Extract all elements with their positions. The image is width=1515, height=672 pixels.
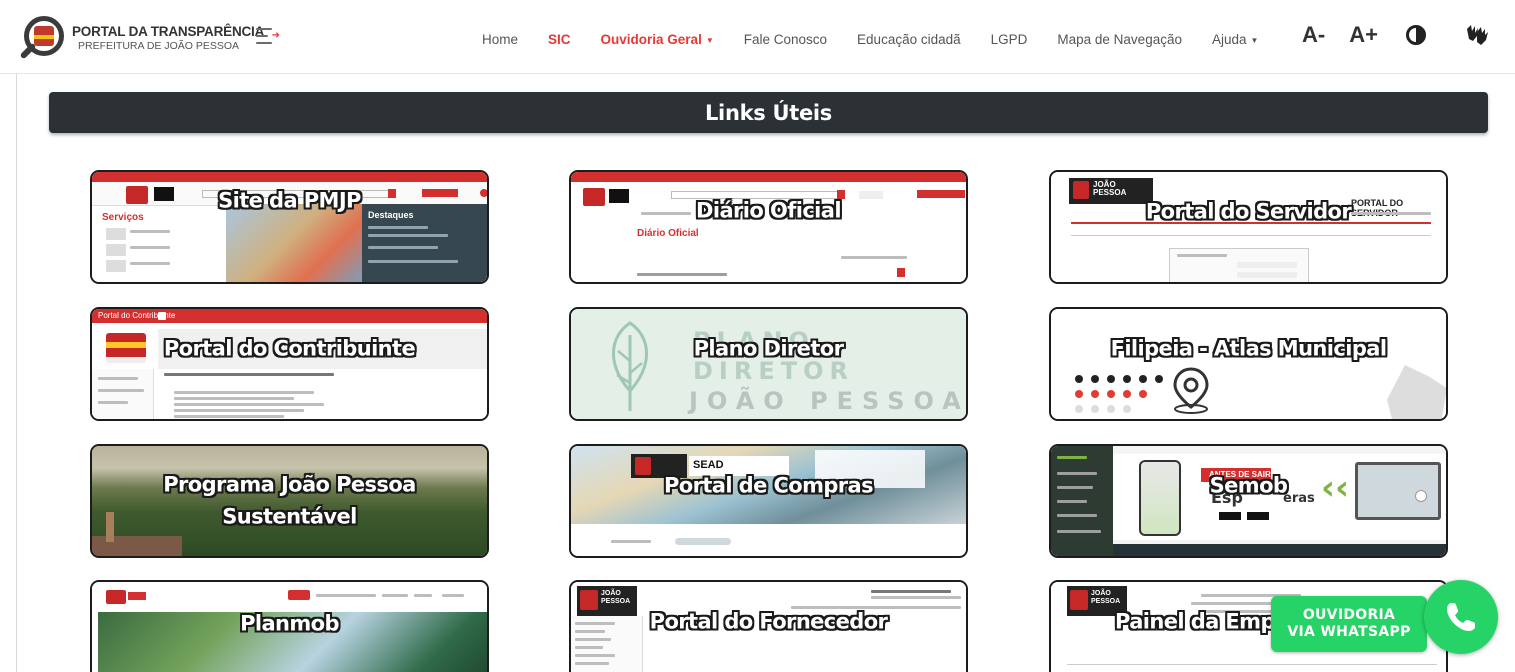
card-semob[interactable]: ANTES DE SAIR Esp eras ‹‹ Semob bbox=[1049, 444, 1448, 558]
chevron-down-icon: ▼ bbox=[1250, 35, 1259, 45]
map-pin-icon bbox=[1173, 367, 1209, 414]
card-painel-city: JOÃO PESSOA bbox=[1091, 590, 1121, 605]
section-title-bar: Links Úteis bbox=[49, 92, 1488, 133]
card-portal-compras[interactable]: SEAD Portal de Compras bbox=[569, 444, 968, 558]
card-plano-diretor[interactable]: PLANO DIRETOR JOÃO PESSOA Plano Diretor bbox=[569, 307, 968, 421]
card-label: Portal do Servidor bbox=[1145, 198, 1352, 223]
nav-sic[interactable]: SIC bbox=[548, 32, 571, 47]
whatsapp-ouvidoria-button[interactable]: OUVIDORIA VIA WHATSAPP bbox=[1271, 596, 1427, 652]
card-programa-sustentavel[interactable]: Programa João Pessoa Sustentável bbox=[90, 444, 489, 558]
font-decrease-button[interactable]: A- bbox=[1302, 22, 1325, 48]
nav-ouvidoria[interactable]: Ouvidoria Geral ▼ bbox=[601, 32, 714, 47]
nav-fale-conosco[interactable]: Fale Conosco bbox=[744, 32, 827, 47]
logo-subtitle: PREFEITURA DE JOÃO PESSOA bbox=[78, 39, 240, 52]
card-label-line1: Programa João Pessoa bbox=[163, 472, 416, 497]
card-label: Programa João Pessoa Sustentável bbox=[92, 470, 487, 533]
card-plano-word3: JOÃO PESSOA bbox=[689, 387, 968, 415]
card-label-line2: Sustentável bbox=[222, 504, 357, 528]
card-planmob[interactable]: Planmob bbox=[90, 580, 489, 672]
card-label: Planmob bbox=[240, 611, 339, 636]
accessibility-tools: A- A+ bbox=[1302, 22, 1490, 48]
font-increase-button[interactable]: A+ bbox=[1349, 22, 1378, 48]
card-filipeia-atlas[interactable]: Filipeia - Atlas Municipal bbox=[1049, 307, 1448, 421]
card-portal-contribuinte[interactable]: Portal do Contribuinte Portal do Contrib… bbox=[90, 307, 489, 421]
nav-educacao[interactable]: Educação cidadã bbox=[857, 32, 961, 47]
nav-ajuda-label: Ajuda bbox=[1211, 32, 1247, 47]
page-title: Links Úteis bbox=[704, 100, 833, 125]
contrast-icon[interactable] bbox=[1405, 25, 1426, 45]
left-divider bbox=[16, 74, 17, 672]
card-site-pmjp[interactable]: Serviços Destaques Site da PMJP bbox=[90, 170, 489, 284]
card-label: Portal do Contribuinte bbox=[163, 335, 416, 360]
portal-logo[interactable]: PORTAL DA TRANSPARÊNCIA PREFEITURA DE JO… bbox=[19, 14, 265, 62]
nav-ouvidoria-label: Ouvidoria Geral bbox=[600, 32, 702, 47]
sign-language-icon[interactable] bbox=[1464, 23, 1490, 47]
whatsapp-label-line1: OUVIDORIA bbox=[1302, 607, 1396, 624]
menu-toggle-icon[interactable]: ➜ bbox=[256, 28, 282, 48]
chevron-down-icon: ▼ bbox=[705, 35, 714, 45]
card-label: Diário Oficial bbox=[696, 197, 842, 222]
card-label: Site da PMJP bbox=[218, 187, 361, 212]
card-diario-preview: Diário Oficial bbox=[571, 172, 966, 282]
card-label: Semob bbox=[1209, 472, 1288, 497]
card-label: Portal de Compras bbox=[663, 472, 874, 497]
whatsapp-icon[interactable] bbox=[1424, 580, 1498, 654]
magnifier-emblem-icon bbox=[19, 14, 68, 62]
card-servidor-city: JOÃO PESSOA bbox=[1093, 180, 1127, 197]
nav-lgpd[interactable]: LGPD bbox=[991, 32, 1028, 47]
logo-title: PORTAL DA TRANSPARÊNCIA bbox=[72, 24, 265, 40]
main-nav: Home SIC Ouvidoria Geral ▼ Fale Conosco E… bbox=[482, 32, 1288, 47]
nav-home[interactable]: Home bbox=[482, 32, 518, 47]
card-label: Filipeia - Atlas Municipal bbox=[1110, 335, 1387, 360]
card-portal-servidor[interactable]: JOÃO PESSOA PORTAL DO SERVIDOR Portal do… bbox=[1049, 170, 1448, 284]
card-diario-heading: Diário Oficial bbox=[637, 228, 699, 239]
card-portal-fornecedor[interactable]: JOÃO PESSOA Portal do Fornecedor bbox=[569, 580, 968, 672]
nav-ajuda[interactable]: Ajuda ▼ bbox=[1212, 32, 1258, 47]
nav-mapa[interactable]: Mapa de Navegação bbox=[1057, 32, 1182, 47]
card-label: Plano Diretor bbox=[693, 335, 844, 360]
card-fornecedor-city: JOÃO PESSOA bbox=[601, 590, 631, 605]
top-header: PORTAL DA TRANSPARÊNCIA PREFEITURA DE JO… bbox=[0, 0, 1515, 74]
card-diario-oficial[interactable]: Diário Oficial Diário Oficial bbox=[569, 170, 968, 284]
whatsapp-label-line2: VIA WHATSAPP bbox=[1287, 624, 1411, 640]
card-label: Portal do Fornecedor bbox=[649, 608, 888, 633]
